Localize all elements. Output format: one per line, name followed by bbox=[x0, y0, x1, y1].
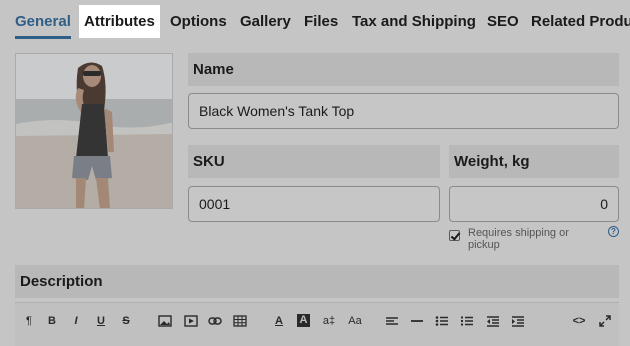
underline-icon[interactable]: U bbox=[95, 313, 107, 329]
bold-icon[interactable]: B bbox=[46, 313, 58, 329]
tab-tax-and-shipping[interactable]: Tax and Shipping bbox=[352, 5, 476, 38]
name-input[interactable] bbox=[188, 93, 619, 129]
question-circle-icon[interactable]: ? bbox=[608, 226, 619, 237]
sku-label: SKU bbox=[188, 145, 440, 178]
tab-files[interactable]: Files bbox=[304, 5, 338, 38]
tab-related-products[interactable]: Related Produ bbox=[531, 5, 630, 38]
requires-shipping-checkbox[interactable] bbox=[449, 230, 460, 241]
unordered-list-icon[interactable] bbox=[435, 313, 449, 329]
tab-attributes[interactable]: Attributes bbox=[79, 5, 160, 38]
tab-gallery[interactable]: Gallery bbox=[240, 5, 291, 38]
tab-bar: General Attributes Options Gallery Files… bbox=[0, 0, 630, 40]
product-edit-page: General Attributes Options Gallery Files… bbox=[0, 0, 630, 346]
code-view-icon[interactable]: <> bbox=[571, 313, 587, 329]
text-case-icon[interactable]: Aa bbox=[347, 313, 363, 329]
sku-input[interactable] bbox=[188, 186, 440, 222]
product-photo-illustration bbox=[16, 54, 172, 208]
weight-label: Weight, kg bbox=[449, 145, 619, 178]
editor-toolbar: ¶ B I U S A A a‡ Aa <> bbox=[15, 302, 619, 346]
font-color-icon[interactable]: A bbox=[273, 313, 285, 329]
horizontal-rule-icon[interactable] bbox=[410, 313, 424, 329]
indent-icon[interactable] bbox=[511, 313, 525, 329]
tab-seo[interactable]: SEO bbox=[487, 5, 519, 38]
weight-input[interactable] bbox=[449, 186, 619, 222]
font-size-icon[interactable]: a‡ bbox=[321, 313, 337, 329]
image-icon[interactable] bbox=[158, 313, 172, 329]
product-image[interactable] bbox=[15, 53, 173, 209]
name-label: Name bbox=[188, 53, 619, 86]
video-icon[interactable] bbox=[184, 313, 198, 329]
description-label: Description bbox=[15, 265, 619, 298]
fullscreen-icon[interactable] bbox=[598, 313, 612, 329]
strikethrough-icon[interactable]: S bbox=[120, 313, 132, 329]
italic-icon[interactable]: I bbox=[70, 313, 82, 329]
paragraph-icon[interactable]: ¶ bbox=[23, 313, 35, 329]
tab-general[interactable]: General bbox=[15, 5, 71, 39]
align-icon[interactable] bbox=[385, 313, 399, 329]
background-color-icon[interactable]: A bbox=[297, 314, 310, 327]
link-icon[interactable] bbox=[208, 313, 222, 329]
table-icon[interactable] bbox=[233, 313, 247, 329]
tab-options[interactable]: Options bbox=[170, 5, 227, 38]
requires-shipping-label: Requires shipping or pickup bbox=[468, 227, 569, 251]
outdent-icon[interactable] bbox=[486, 313, 500, 329]
ordered-list-icon[interactable] bbox=[460, 313, 474, 329]
